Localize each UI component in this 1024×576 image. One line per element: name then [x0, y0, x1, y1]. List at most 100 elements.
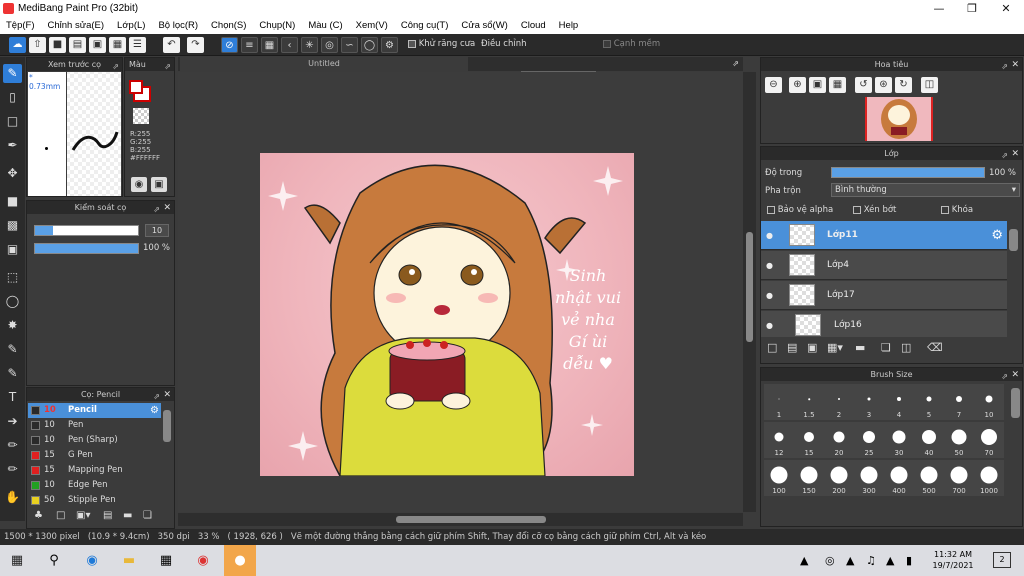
fit-icon[interactable]: ▣ — [809, 77, 826, 93]
wifi-icon[interactable]: ▲ — [886, 554, 894, 567]
add-brush-icon[interactable]: ♣ — [34, 510, 43, 521]
magic-wand-icon[interactable]: ✸ — [3, 316, 22, 335]
undock-icon[interactable]: ⇗ — [164, 60, 171, 73]
foreground-color-swatch[interactable] — [129, 80, 143, 94]
grid-icon[interactable]: ▦ — [109, 37, 126, 53]
merge-layer-icon[interactable]: ◫ — [901, 341, 911, 354]
lasso-tool-icon[interactable]: ◯ — [3, 292, 22, 311]
brush-size-slider[interactable] — [34, 225, 139, 236]
gradient-tool-icon[interactable]: ▣ — [3, 240, 22, 259]
brush-size-cell[interactable]: 25 — [854, 422, 884, 458]
windows-start-icon[interactable]: ▦ — [6, 550, 28, 572]
rotate-left-icon[interactable]: ↺ — [855, 77, 872, 93]
vanish-snap-icon[interactable]: ‹ — [281, 37, 298, 53]
zoom-in-icon[interactable]: ⊕ — [789, 77, 806, 93]
brush-menu-icon[interactable]: ▣▾ — [76, 510, 90, 521]
new-layer-icon[interactable]: □ — [767, 341, 777, 354]
radial-snap-icon[interactable]: ✳ — [301, 37, 318, 53]
close-button[interactable]: ✕ — [989, 0, 1023, 17]
brush-size-cell[interactable]: 40 — [914, 422, 944, 458]
brush-item-edge-pen[interactable]: 10 Edge Pen — [28, 478, 161, 493]
clock[interactable]: 11:32 AM 19/7/2021 — [930, 549, 976, 571]
hand-tool-icon[interactable]: ✋ — [3, 488, 22, 507]
brush-size-cell[interactable]: 1000 — [974, 460, 1004, 496]
menu-edit[interactable]: Chỉnh sửa(E) — [48, 20, 105, 31]
gear-icon[interactable]: ⚙ — [381, 37, 398, 53]
soft-edge-checkbox[interactable] — [603, 39, 611, 48]
menu-filter[interactable]: Bộ lọc(R) — [158, 20, 198, 31]
blend-mode-select[interactable]: Bình thường ▾ — [831, 183, 1020, 197]
tray-people-icon[interactable]: ▲ — [800, 554, 808, 567]
brush-list-scrollbar[interactable] — [163, 410, 171, 442]
menu-tools[interactable]: Công cụ(T) — [401, 20, 449, 31]
bluetooth-icon[interactable]: ◎ — [825, 554, 835, 567]
lock-checkbox[interactable] — [941, 205, 949, 214]
operation-tool-icon[interactable]: ➔ — [3, 412, 22, 431]
store-icon[interactable]: ▦ — [155, 550, 177, 572]
edge-browser-icon[interactable]: ◉ — [81, 550, 103, 572]
folder-icon[interactable]: ▬ — [855, 341, 865, 354]
undo-icon[interactable]: ↶ — [163, 37, 180, 53]
brush-item-stipple-pen[interactable]: 50 Stipple Pen — [28, 493, 161, 508]
fill-rect-tool-icon[interactable]: ■ — [3, 192, 22, 211]
brush-size-cell[interactable]: 200 — [824, 460, 854, 496]
search-icon[interactable]: ⚲ — [43, 550, 65, 572]
brush-size-cell[interactable]: 700 — [944, 460, 974, 496]
menu-layer[interactable]: Lớp(L) — [117, 20, 145, 31]
brush-size-cell[interactable]: 30 — [884, 422, 914, 458]
copy-brush-icon[interactable]: ▤ — [103, 510, 112, 521]
menu-file[interactable]: Tệp(F) — [6, 20, 35, 31]
battery-icon[interactable]: ▮ — [906, 554, 912, 567]
rotate-right-icon[interactable]: ↻ — [895, 77, 912, 93]
brush-size-cell[interactable]: 3 — [854, 384, 884, 420]
brush-size-value[interactable]: 10 — [145, 224, 169, 237]
undock-icon[interactable]: ⇗ — [153, 203, 160, 216]
gear-icon[interactable]: ⚙ — [991, 221, 1003, 250]
menu-cloud[interactable]: Cloud — [521, 20, 546, 31]
brush-size-cell[interactable]: 300 — [854, 460, 884, 496]
file-explorer-icon[interactable]: ▬ — [118, 550, 140, 572]
canvas-horizontal-scrollbar[interactable] — [178, 513, 743, 526]
menu-snap[interactable]: Chụp(N) — [259, 20, 295, 31]
circle-snap-icon[interactable]: ◎ — [321, 37, 338, 53]
undock-icon[interactable]: ⇗ — [1001, 149, 1008, 162]
brush-size-cell[interactable]: 7 — [944, 384, 974, 420]
cloud-icon[interactable]: ☁ — [9, 37, 26, 53]
visibility-icon[interactable]: ● — [766, 251, 773, 280]
menu-view[interactable]: Xem(V) — [356, 20, 388, 31]
brush-opacity-slider[interactable] — [34, 243, 139, 254]
close-icon[interactable]: ✕ — [163, 389, 171, 402]
flip-icon[interactable]: ◫ — [921, 77, 938, 93]
bucket-tool-icon[interactable]: ▩ — [3, 216, 22, 235]
new-brush-icon[interactable]: □ — [56, 510, 65, 521]
canvas-vertical-scrollbar[interactable] — [743, 72, 756, 512]
chrome-icon[interactable]: ◉ — [192, 550, 214, 572]
network-icon[interactable]: ▲ — [846, 554, 854, 567]
rect-tool-icon[interactable]: □ — [3, 112, 22, 131]
curve-snap-icon[interactable]: ∽ — [341, 37, 358, 53]
brush-size-cell[interactable]: 150 — [794, 460, 824, 496]
reset-view-icon[interactable]: ⊛ — [875, 77, 892, 93]
undock-icon[interactable]: ⇗ — [1001, 60, 1008, 73]
brush-item-mapping-pen[interactable]: 15 Mapping Pen — [28, 463, 161, 478]
medibang-taskbar-icon[interactable]: ● — [224, 545, 256, 576]
volume-icon[interactable]: ♫ — [866, 554, 876, 567]
eyedropper-icon[interactable]: ✏ — [3, 460, 22, 479]
vertical-scroll-thumb[interactable] — [746, 232, 753, 342]
brush-size-cell[interactable]: 100 — [764, 460, 794, 496]
canvas-area[interactable]: Sinh nhật vui vẻ nha Gí ùi dễu ♥ — [178, 72, 743, 512]
brush-size-cell[interactable]: 50 — [944, 422, 974, 458]
protect-alpha-checkbox[interactable] — [767, 205, 775, 214]
duplicate-icon[interactable]: ❏ — [143, 510, 152, 521]
brush-size-cell[interactable]: 500 — [914, 460, 944, 496]
parallel-snap-icon[interactable]: ≡ — [241, 37, 258, 53]
navigator-thumbnail[interactable] — [865, 97, 933, 141]
menu-color[interactable]: Màu (C) — [308, 20, 342, 31]
list-icon[interactable]: ☰ — [129, 37, 146, 53]
antialias-checkbox[interactable] — [408, 39, 416, 48]
artwork-canvas[interactable]: Sinh nhật vui vẻ nha Gí ùi dễu ♥ — [260, 153, 634, 476]
undock-icon[interactable]: ⇗ — [732, 59, 739, 68]
select-tool-icon[interactable]: ⬚ — [3, 268, 22, 287]
brush-item-pencil[interactable]: 10 Pencil ⚙ — [28, 403, 161, 418]
select-eraser-icon[interactable]: ✎ — [3, 364, 22, 383]
